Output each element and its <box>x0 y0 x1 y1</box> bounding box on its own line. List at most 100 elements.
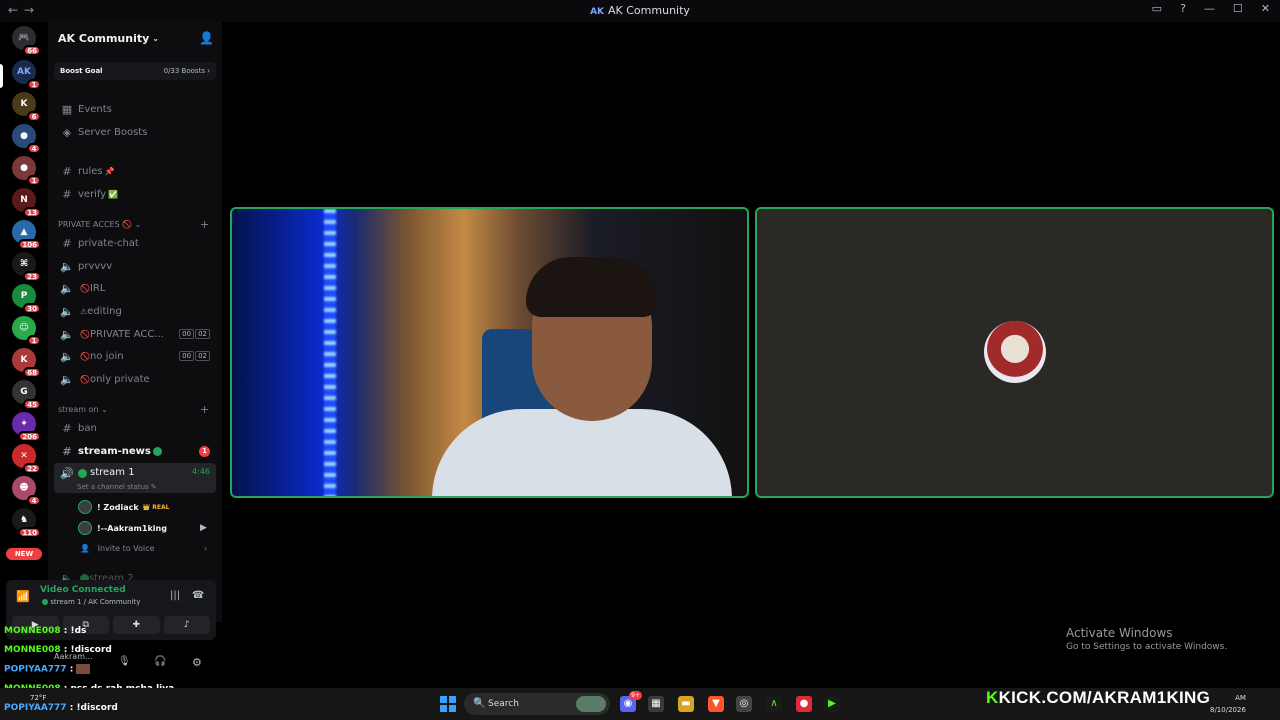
invite-to-voice[interactable]: 👤 Invite to Voice › <box>80 544 207 553</box>
soundboard-button[interactable]: ♪ <box>163 616 210 634</box>
boost-count-text: 0/33 Boosts <box>163 67 205 75</box>
voice-member[interactable]: !--Aakram1king ▶ <box>78 521 207 535</box>
count-current: 00 <box>179 329 195 339</box>
window-controls: ▭ ? — ☐ ✕ <box>1152 2 1270 15</box>
server-icon[interactable]: ✦ 206 <box>12 412 41 442</box>
discord-icon[interactable]: ◉ 9+ <box>620 691 642 712</box>
minimize-button[interactable]: — <box>1204 2 1215 15</box>
inbox-icon[interactable]: ▭ <box>1152 2 1162 15</box>
clock-time: AM <box>1235 694 1246 702</box>
server-icon[interactable]: ▲ 106 <box>12 220 41 250</box>
server-icon[interactable]: ● 1 <box>12 156 41 186</box>
server-icon[interactable]: ☺ 1 <box>12 316 41 346</box>
video-tile-camera[interactable] <box>230 207 749 498</box>
server-icon[interactable]: N 13 <box>12 188 41 218</box>
server-header[interactable]: AK Community ⌄ 👤 <box>48 22 222 54</box>
server-icon[interactable]: K6 <box>12 92 41 122</box>
taskbar-search[interactable]: 🔍 Search <box>464 693 610 715</box>
server-icon[interactable]: ⌘ 23 <box>12 252 41 282</box>
unread-badge: 1 <box>199 445 210 457</box>
store-icon[interactable]: ▦ <box>648 696 664 712</box>
disconnect-icon[interactable]: ☎ <box>192 590 204 601</box>
brave-browser-icon[interactable]: ▼ <box>708 696 724 712</box>
close-button[interactable]: ✕ <box>1261 2 1270 15</box>
chevron-down-icon: ⌄ <box>152 33 159 43</box>
channel-only-private[interactable]: 🔈 🚫 only private <box>54 369 216 389</box>
system-clock[interactable]: AM 8/10/2026 <box>1210 692 1246 716</box>
channel-no-join[interactable]: 🔈 🚫 no join 00 02 <box>54 346 216 366</box>
app-icon[interactable]: ◎ <box>736 696 752 712</box>
channel-irl[interactable]: 🔈 🚫 IRL <box>54 278 216 298</box>
chat-user: POPIYAA777 <box>4 703 67 713</box>
channel-label: PRIVATE ACC... <box>89 328 164 340</box>
boost-goal-bar[interactable]: Boost Goal 0/33 Boosts › <box>54 62 216 80</box>
avatar <box>78 521 92 535</box>
avatar <box>78 500 92 514</box>
category-private[interactable]: PRIVATE ACCES 🚫 ⌄ + <box>58 218 209 231</box>
events-item[interactable]: ▦ Events <box>54 99 216 119</box>
channel-prvvvv[interactable]: 🔈 prvvvv <box>54 256 216 276</box>
speaker-icon: 🔊 <box>60 467 74 480</box>
direct-messages-icon[interactable]: 🎮 66 <box>12 26 41 56</box>
add-channel-icon[interactable]: + <box>200 218 209 231</box>
emote-image <box>76 664 91 674</box>
new-server-badge[interactable]: NEW <box>6 548 42 560</box>
server-icon-ak[interactable]: AK 1 <box>12 60 41 90</box>
channel-rules[interactable]: # rules 📌 <box>54 161 216 181</box>
add-member-icon[interactable]: 👤 <box>199 31 214 45</box>
hash-icon: # <box>62 421 72 435</box>
add-channel-icon[interactable]: + <box>200 403 209 416</box>
watermark-title: Activate Windows <box>1066 626 1173 640</box>
app-icon[interactable]: ∧ <box>766 696 782 712</box>
maximize-button[interactable]: ☐ <box>1233 2 1243 15</box>
user-count: 00 02 <box>179 351 210 361</box>
server-icon[interactable]: ♞ 110 <box>12 508 41 538</box>
app-icon[interactable]: ● <box>796 696 812 712</box>
file-explorer-icon[interactable]: ▬ <box>678 696 694 712</box>
server-boosts-item[interactable]: ◈ Server Boosts <box>54 122 216 142</box>
server-icon[interactable]: G 45 <box>12 380 41 410</box>
channel-label: editing <box>87 305 122 317</box>
microphone-icon[interactable]: 🎙 <box>118 656 131 667</box>
channel-label: verify <box>78 188 107 200</box>
server-icon[interactable]: ● 4 <box>12 124 41 154</box>
start-button[interactable] <box>440 696 456 712</box>
warning-icon: ⚠ <box>80 306 88 316</box>
events-label: Events <box>78 103 112 115</box>
weather-widget[interactable]: 72°F <box>30 694 46 702</box>
channel-verify[interactable]: # verify ✅ <box>54 184 216 204</box>
category-stream-on[interactable]: stream on ⌄ + <box>58 403 209 416</box>
badge: 110 <box>18 527 41 538</box>
hash-icon: # <box>62 187 72 201</box>
badge: 1 <box>27 175 41 186</box>
voice-member[interactable]: ! Zodiack 👑 REAL <box>78 500 169 514</box>
channel-stream-news[interactable]: # stream-news 1 <box>54 441 216 461</box>
video-tile-avatar[interactable] <box>755 207 1274 498</box>
add-person-icon: 👤 <box>80 544 90 553</box>
server-icon[interactable]: ☻ 4 <box>12 476 41 506</box>
channel-ban[interactable]: # ban <box>54 418 216 438</box>
noise-suppression-icon[interactable]: ||| <box>170 590 180 601</box>
badge: 68 <box>23 367 41 378</box>
channel-status[interactable]: Set a channel status ✎ <box>77 483 157 491</box>
channel-label: stream-news <box>78 445 151 457</box>
server-icon[interactable]: ✕ 22 <box>12 444 41 474</box>
channel-private-chat[interactable]: # private-chat <box>54 233 216 253</box>
channel-label: ban <box>78 422 97 434</box>
help-icon[interactable]: ? <box>1180 2 1186 15</box>
boost-count: 0/33 Boosts › <box>163 67 210 75</box>
voice-status[interactable]: Video Connected <box>40 585 126 595</box>
badge: 1 <box>27 79 41 90</box>
activities-button[interactable]: ✚ <box>113 616 160 634</box>
kick-app-icon[interactable]: ▶ <box>824 696 840 712</box>
boost-goal-label: Boost Goal <box>60 67 103 75</box>
channel-private-acc[interactable]: 🔈 🚫 PRIVATE ACC... 00 02 <box>54 324 216 344</box>
headphones-icon[interactable]: 🎧 <box>154 656 166 667</box>
voice-location[interactable]: stream 1 / AK Community <box>40 598 140 606</box>
speaker-icon: 🔈 <box>60 327 74 341</box>
chat-message: : !ds <box>60 626 87 636</box>
channel-editing[interactable]: 🔈 ⚠ editing <box>54 301 216 321</box>
settings-gear-icon[interactable]: ⚙ <box>192 656 202 669</box>
server-icon[interactable]: K 68 <box>12 348 41 378</box>
server-icon[interactable]: P 30 <box>12 284 41 314</box>
